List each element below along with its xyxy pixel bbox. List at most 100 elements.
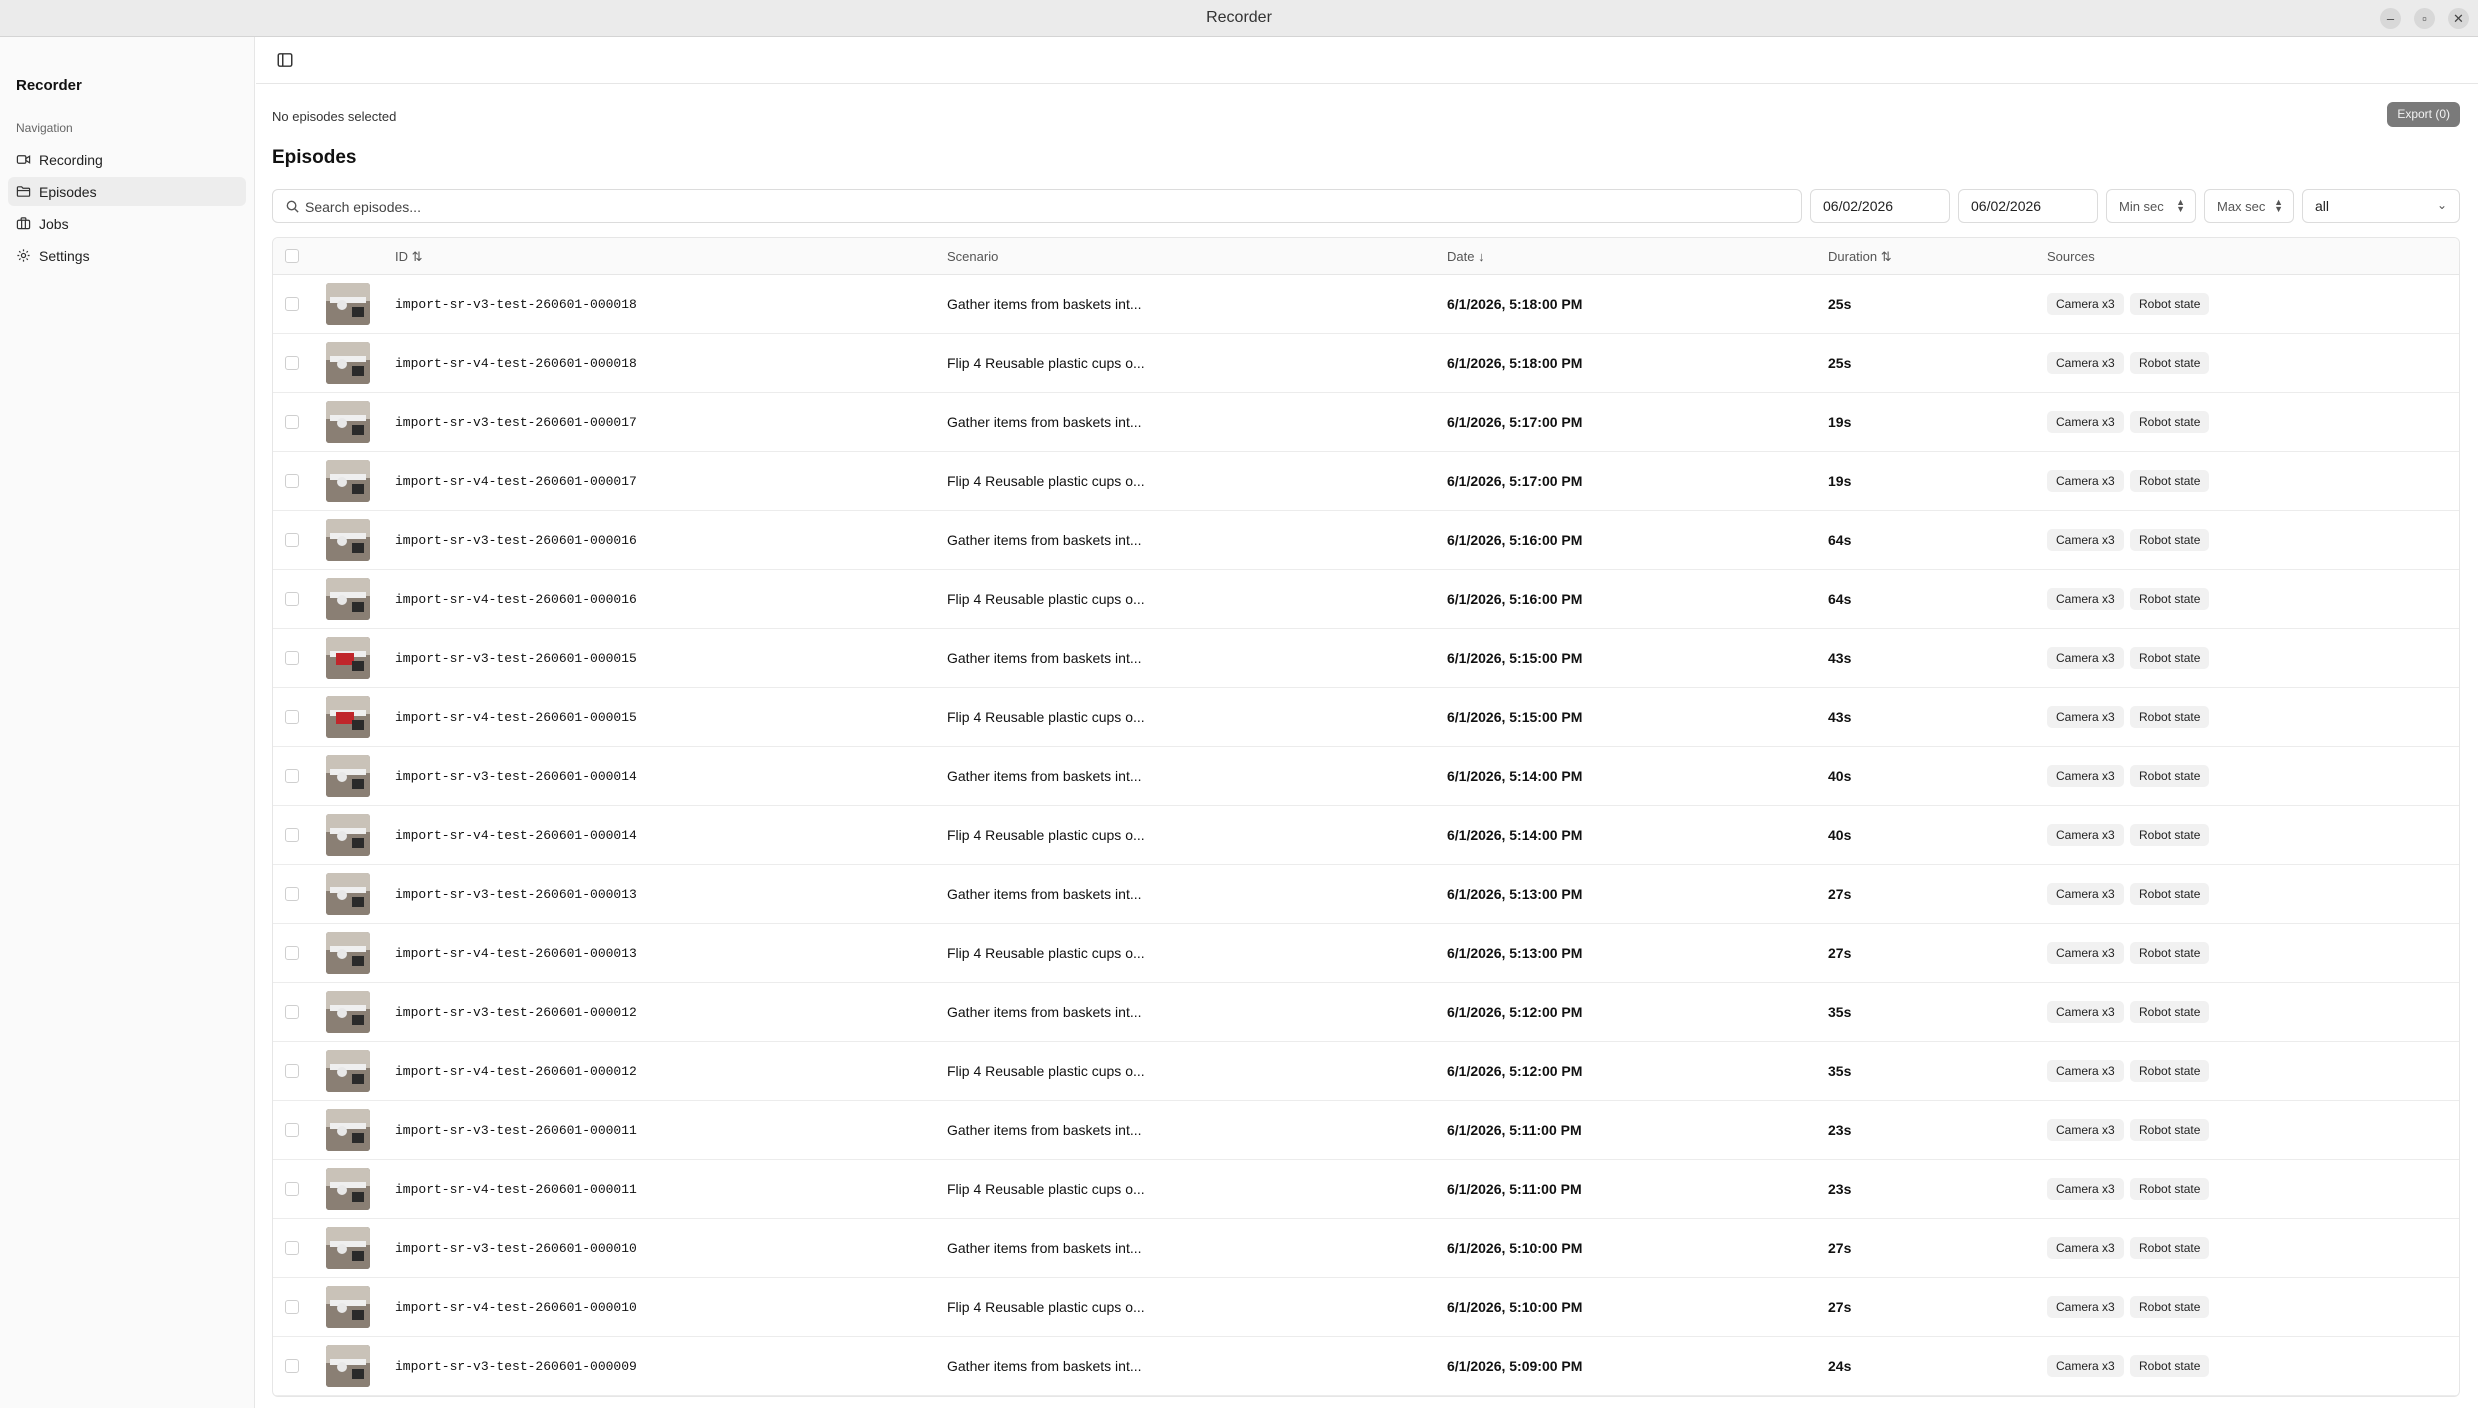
episode-duration: 40s: [1828, 768, 1852, 784]
row-checkbox[interactable]: [285, 1064, 299, 1078]
episode-id[interactable]: import-sr-v3-test-260601-000014: [395, 769, 637, 784]
episode-id[interactable]: import-sr-v4-test-260601-000013: [395, 946, 637, 961]
row-checkbox[interactable]: [285, 1300, 299, 1314]
maximize-icon[interactable]: ▫: [2414, 8, 2435, 29]
episode-id[interactable]: import-sr-v4-test-260601-000011: [395, 1182, 637, 1197]
table-row[interactable]: import-sr-v3-test-260601-000016 Gather it…: [273, 511, 2459, 570]
date-from-input[interactable]: 06/02/2026: [1810, 189, 1950, 223]
row-checkbox[interactable]: [285, 1123, 299, 1137]
sidebar-item-jobs[interactable]: Jobs: [8, 209, 246, 238]
table-row[interactable]: import-sr-v4-test-260601-000010 Flip 4 Re…: [273, 1278, 2459, 1337]
episode-date: 6/1/2026, 5:11:00 PM: [1447, 1122, 1582, 1138]
source-badge-robot-state: Robot state: [2130, 1355, 2210, 1377]
episode-id[interactable]: import-sr-v4-test-260601-000010: [395, 1300, 637, 1315]
episode-id[interactable]: import-sr-v4-test-260601-000018: [395, 356, 637, 371]
row-checkbox[interactable]: [285, 297, 299, 311]
episode-id[interactable]: import-sr-v4-test-260601-000012: [395, 1064, 637, 1079]
row-checkbox[interactable]: [285, 769, 299, 783]
episode-id[interactable]: import-sr-v4-test-260601-000014: [395, 828, 637, 843]
row-checkbox[interactable]: [285, 533, 299, 547]
max-sec-input[interactable]: Max sec ▲ ▼: [2204, 189, 2294, 223]
table-row[interactable]: import-sr-v4-test-260601-000013 Flip 4 Re…: [273, 924, 2459, 983]
minimize-icon[interactable]: –: [2380, 8, 2401, 29]
episode-id[interactable]: import-sr-v4-test-260601-000017: [395, 474, 637, 489]
row-checkbox[interactable]: [285, 592, 299, 606]
column-header-date[interactable]: Date ↓: [1447, 249, 1485, 264]
table-row[interactable]: import-sr-v4-test-260601-000014 Flip 4 Re…: [273, 806, 2459, 865]
min-sec-input[interactable]: Min sec ▲ ▼: [2106, 189, 2196, 223]
folder-icon: [16, 186, 31, 197]
episode-id[interactable]: import-sr-v3-test-260601-000016: [395, 533, 637, 548]
episode-date: 6/1/2026, 5:15:00 PM: [1447, 709, 1583, 725]
source-badge-camera: Camera x3: [2047, 1001, 2124, 1023]
row-checkbox[interactable]: [285, 887, 299, 901]
episode-date: 6/1/2026, 5:10:00 PM: [1447, 1299, 1583, 1315]
table-row[interactable]: import-sr-v3-test-260601-000017 Gather it…: [273, 393, 2459, 452]
source-badge-robot-state: Robot state: [2130, 352, 2210, 374]
column-header-id[interactable]: ID ⇅: [395, 249, 423, 265]
table-row[interactable]: import-sr-v3-test-260601-000010 Gather it…: [273, 1219, 2459, 1278]
select-all-checkbox[interactable]: [285, 249, 299, 263]
row-checkbox[interactable]: [285, 415, 299, 429]
sidebar-item-episodes[interactable]: Episodes: [8, 177, 246, 206]
table-row[interactable]: import-sr-v3-test-260601-000015 Gather it…: [273, 629, 2459, 688]
episode-duration: 19s: [1828, 473, 1852, 489]
top-toolbar: [256, 37, 2478, 84]
table-row[interactable]: import-sr-v4-test-260601-000017 Flip 4 Re…: [273, 452, 2459, 511]
row-checkbox[interactable]: [285, 1359, 299, 1373]
row-checkbox[interactable]: [285, 1241, 299, 1255]
table-row[interactable]: import-sr-v3-test-260601-000009 Gather it…: [273, 1337, 2459, 1396]
source-badge-robot-state: Robot state: [2130, 1237, 2210, 1259]
table-row[interactable]: import-sr-v3-test-260601-000014 Gather it…: [273, 747, 2459, 806]
date-to-input[interactable]: 06/02/2026: [1958, 189, 2098, 223]
source-badge-camera: Camera x3: [2047, 1060, 2124, 1082]
source-badge-camera: Camera x3: [2047, 1296, 2124, 1318]
episode-id[interactable]: import-sr-v3-test-260601-000013: [395, 887, 637, 902]
row-checkbox[interactable]: [285, 710, 299, 724]
search-input[interactable]: [305, 196, 1785, 218]
table-row[interactable]: import-sr-v3-test-260601-000013 Gather it…: [273, 865, 2459, 924]
row-checkbox[interactable]: [285, 1182, 299, 1196]
table-row[interactable]: import-sr-v4-test-260601-000018 Flip 4 Re…: [273, 334, 2459, 393]
row-checkbox[interactable]: [285, 356, 299, 370]
episode-id[interactable]: import-sr-v3-test-260601-000010: [395, 1241, 637, 1256]
table-row[interactable]: import-sr-v4-test-260601-000011 Flip 4 Re…: [273, 1160, 2459, 1219]
column-header-duration[interactable]: Duration ⇅: [1828, 249, 1892, 265]
row-checkbox[interactable]: [285, 946, 299, 960]
table-row[interactable]: import-sr-v4-test-260601-000016 Flip 4 Re…: [273, 570, 2459, 629]
source-badge-camera: Camera x3: [2047, 470, 2124, 492]
episode-id[interactable]: import-sr-v3-test-260601-000009: [395, 1359, 637, 1374]
episode-id[interactable]: import-sr-v3-test-260601-000011: [395, 1123, 637, 1138]
thumbnail-image: [326, 1109, 370, 1151]
table-row[interactable]: import-sr-v3-test-260601-000018 Gather it…: [273, 275, 2459, 334]
episode-id[interactable]: import-sr-v4-test-260601-000016: [395, 592, 637, 607]
stepper-icon[interactable]: ▲ ▼: [2274, 198, 2283, 214]
episode-id[interactable]: import-sr-v3-test-260601-000018: [395, 297, 637, 312]
row-checkbox[interactable]: [285, 1005, 299, 1019]
episode-date: 6/1/2026, 5:12:00 PM: [1447, 1063, 1583, 1079]
episode-scenario: Flip 4 Reusable plastic cups o...: [947, 1299, 1145, 1315]
table-row[interactable]: import-sr-v4-test-260601-000015 Flip 4 Re…: [273, 688, 2459, 747]
video-icon: [16, 155, 31, 164]
sidebar-item-settings[interactable]: Settings: [8, 241, 246, 270]
stepper-icon[interactable]: ▲ ▼: [2176, 198, 2185, 214]
source-badge-robot-state: Robot state: [2130, 942, 2210, 964]
row-checkbox[interactable]: [285, 651, 299, 665]
table-row[interactable]: import-sr-v4-test-260601-000012 Flip 4 Re…: [273, 1042, 2459, 1101]
table-row[interactable]: import-sr-v3-test-260601-000012 Gather it…: [273, 983, 2459, 1042]
episode-id[interactable]: import-sr-v4-test-260601-000015: [395, 710, 637, 725]
episode-id[interactable]: import-sr-v3-test-260601-000015: [395, 651, 637, 666]
status-select[interactable]: all ⌄: [2302, 189, 2460, 223]
episode-date: 6/1/2026, 5:09:00 PM: [1447, 1358, 1583, 1374]
episode-id[interactable]: import-sr-v3-test-260601-000017: [395, 415, 637, 430]
table-row[interactable]: import-sr-v3-test-260601-000011 Gather it…: [273, 1101, 2459, 1160]
episode-scenario: Gather items from baskets int...: [947, 768, 1142, 784]
export-button[interactable]: Export (0): [2387, 102, 2460, 127]
episode-id[interactable]: import-sr-v3-test-260601-000012: [395, 1005, 637, 1020]
close-icon[interactable]: ✕: [2448, 8, 2469, 29]
row-checkbox[interactable]: [285, 474, 299, 488]
sidebar-item-recording[interactable]: Recording: [8, 145, 246, 174]
thumbnail-image: [326, 401, 370, 443]
row-checkbox[interactable]: [285, 828, 299, 842]
sidebar-toggle-icon[interactable]: [276, 51, 294, 69]
